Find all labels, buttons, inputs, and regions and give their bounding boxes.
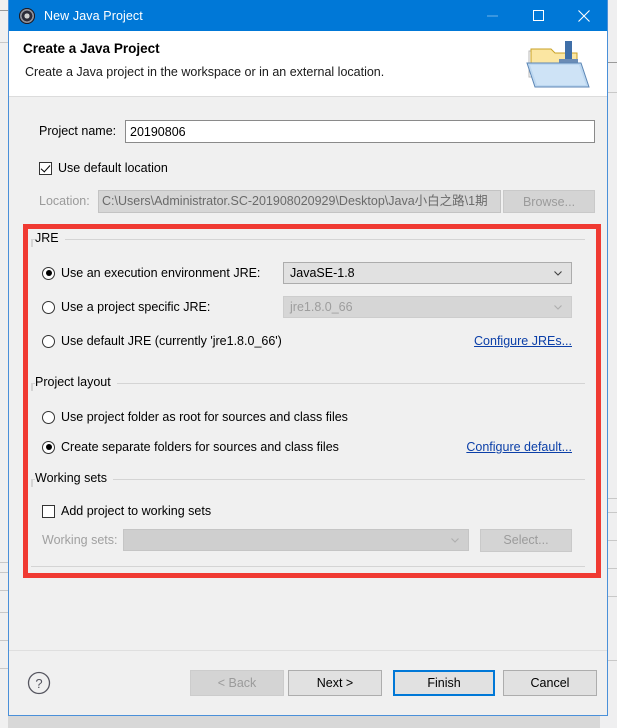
dialog-button-bar: ? < Back Next > Finish Cancel	[9, 652, 607, 715]
add-project-to-working-sets-checkbox[interactable]: Add project to working sets	[31, 499, 585, 523]
chevron-down-icon	[554, 305, 562, 310]
close-button[interactable]	[561, 0, 607, 31]
chevron-down-icon	[554, 271, 562, 276]
layout-option-1-label: Create separate folders for sources and …	[61, 440, 339, 454]
svg-text:?: ?	[35, 676, 42, 691]
working-sets-group-bottom-divider	[31, 566, 585, 567]
checkbox-box	[39, 161, 52, 175]
minimize-icon	[486, 15, 498, 17]
jre-option-1-label: Use a project specific JRE:	[61, 300, 211, 314]
page-description: Create a Java project in the workspace o…	[25, 65, 385, 79]
project-specific-jre-combo: jre1.8.0_66	[283, 296, 572, 318]
back-button: < Back	[190, 670, 284, 696]
cancel-button[interactable]: Cancel	[503, 670, 597, 696]
project-layout-group-title: Project layout	[35, 375, 117, 389]
page-title: Create a Java Project	[23, 41, 160, 56]
maximize-icon	[532, 10, 544, 21]
radio-dot	[42, 334, 55, 348]
maximize-button[interactable]	[515, 0, 561, 31]
radio-dot	[42, 300, 55, 314]
location-row: Location: C:\Users\Administrator.SC-2019…	[9, 190, 607, 213]
title-bar: New Java Project	[9, 0, 607, 31]
jre-option-2-label: Use default JRE (currently 'jre1.8.0_66'…	[61, 334, 282, 348]
jre-option-0-label: Use an execution environment JRE:	[61, 266, 261, 280]
project-layout-group: Project layout Use project folder as roo…	[31, 375, 585, 459]
use-default-location-checkbox[interactable]: Use default location	[39, 161, 168, 175]
jre-group: JRE Use an execution environment JRE: Ja…	[31, 231, 585, 353]
configure-jres-link[interactable]: Configure JREs...	[474, 334, 572, 348]
jre-group-title: JRE	[35, 231, 65, 245]
project-name-input[interactable]	[125, 120, 595, 143]
checkbox-box	[42, 504, 55, 518]
background-window-left	[0, 0, 8, 728]
configure-default-link[interactable]: Configure default...	[466, 440, 572, 454]
project-layout-group-header: Project layout	[31, 375, 585, 391]
working-sets-combo	[123, 529, 469, 551]
execution-environment-value: JavaSE-1.8	[290, 266, 355, 280]
location-label: Location:	[39, 194, 90, 208]
working-sets-group-title: Working sets	[35, 471, 114, 485]
layout-option-separate-folders[interactable]: Create separate folders for sources and …	[31, 435, 585, 459]
working-sets-row: Working sets: Select...	[31, 528, 585, 552]
select-working-sets-button: Select...	[480, 528, 572, 552]
wizard-header: Create a Java Project Create a Java proj…	[9, 31, 607, 97]
jre-group-header: JRE	[31, 231, 585, 247]
jre-group-divider	[31, 239, 585, 240]
radio-dot	[42, 410, 55, 424]
browse-button: Browse...	[503, 190, 595, 213]
execution-environment-combo[interactable]: JavaSE-1.8	[283, 262, 572, 284]
working-sets-group-divider	[31, 479, 585, 480]
working-sets-group-header: Working sets	[31, 471, 585, 487]
finish-button[interactable]: Finish	[393, 670, 495, 696]
working-sets-group: Working sets Add project to working sets…	[31, 471, 585, 567]
eclipse-gear-icon	[19, 7, 35, 24]
chevron-down-icon	[451, 538, 459, 543]
java-project-folder-icon	[526, 41, 590, 88]
radio-dot	[42, 266, 55, 280]
window-title: New Java Project	[44, 8, 143, 23]
next-button[interactable]: Next >	[288, 670, 382, 696]
project-specific-jre-value: jre1.8.0_66	[290, 300, 353, 314]
close-icon	[578, 9, 590, 22]
jre-option-execution-environment[interactable]: Use an execution environment JRE: JavaSE…	[31, 261, 585, 285]
use-default-location-label: Use default location	[58, 161, 168, 175]
project-name-row: Project name:	[9, 120, 607, 144]
add-project-to-working-sets-label: Add project to working sets	[61, 504, 212, 518]
project-name-label: Project name:	[39, 124, 117, 138]
help-icon[interactable]: ?	[27, 671, 51, 695]
working-sets-label: Working sets:	[42, 533, 118, 547]
minimize-button[interactable]	[469, 0, 515, 31]
location-input: C:\Users\Administrator.SC-201908020929\D…	[98, 190, 501, 213]
wizard-content: Project name: Use default location Locat…	[9, 98, 607, 651]
layout-option-project-folder-root[interactable]: Use project folder as root for sources a…	[31, 405, 585, 429]
layout-option-0-label: Use project folder as root for sources a…	[61, 410, 348, 424]
jre-option-default[interactable]: Use default JRE (currently 'jre1.8.0_66'…	[31, 329, 585, 353]
radio-dot	[42, 440, 55, 454]
jre-option-project-specific[interactable]: Use a project specific JRE: jre1.8.0_66	[31, 295, 585, 319]
new-java-project-dialog: New Java Project Create a Java Project C…	[8, 0, 608, 716]
